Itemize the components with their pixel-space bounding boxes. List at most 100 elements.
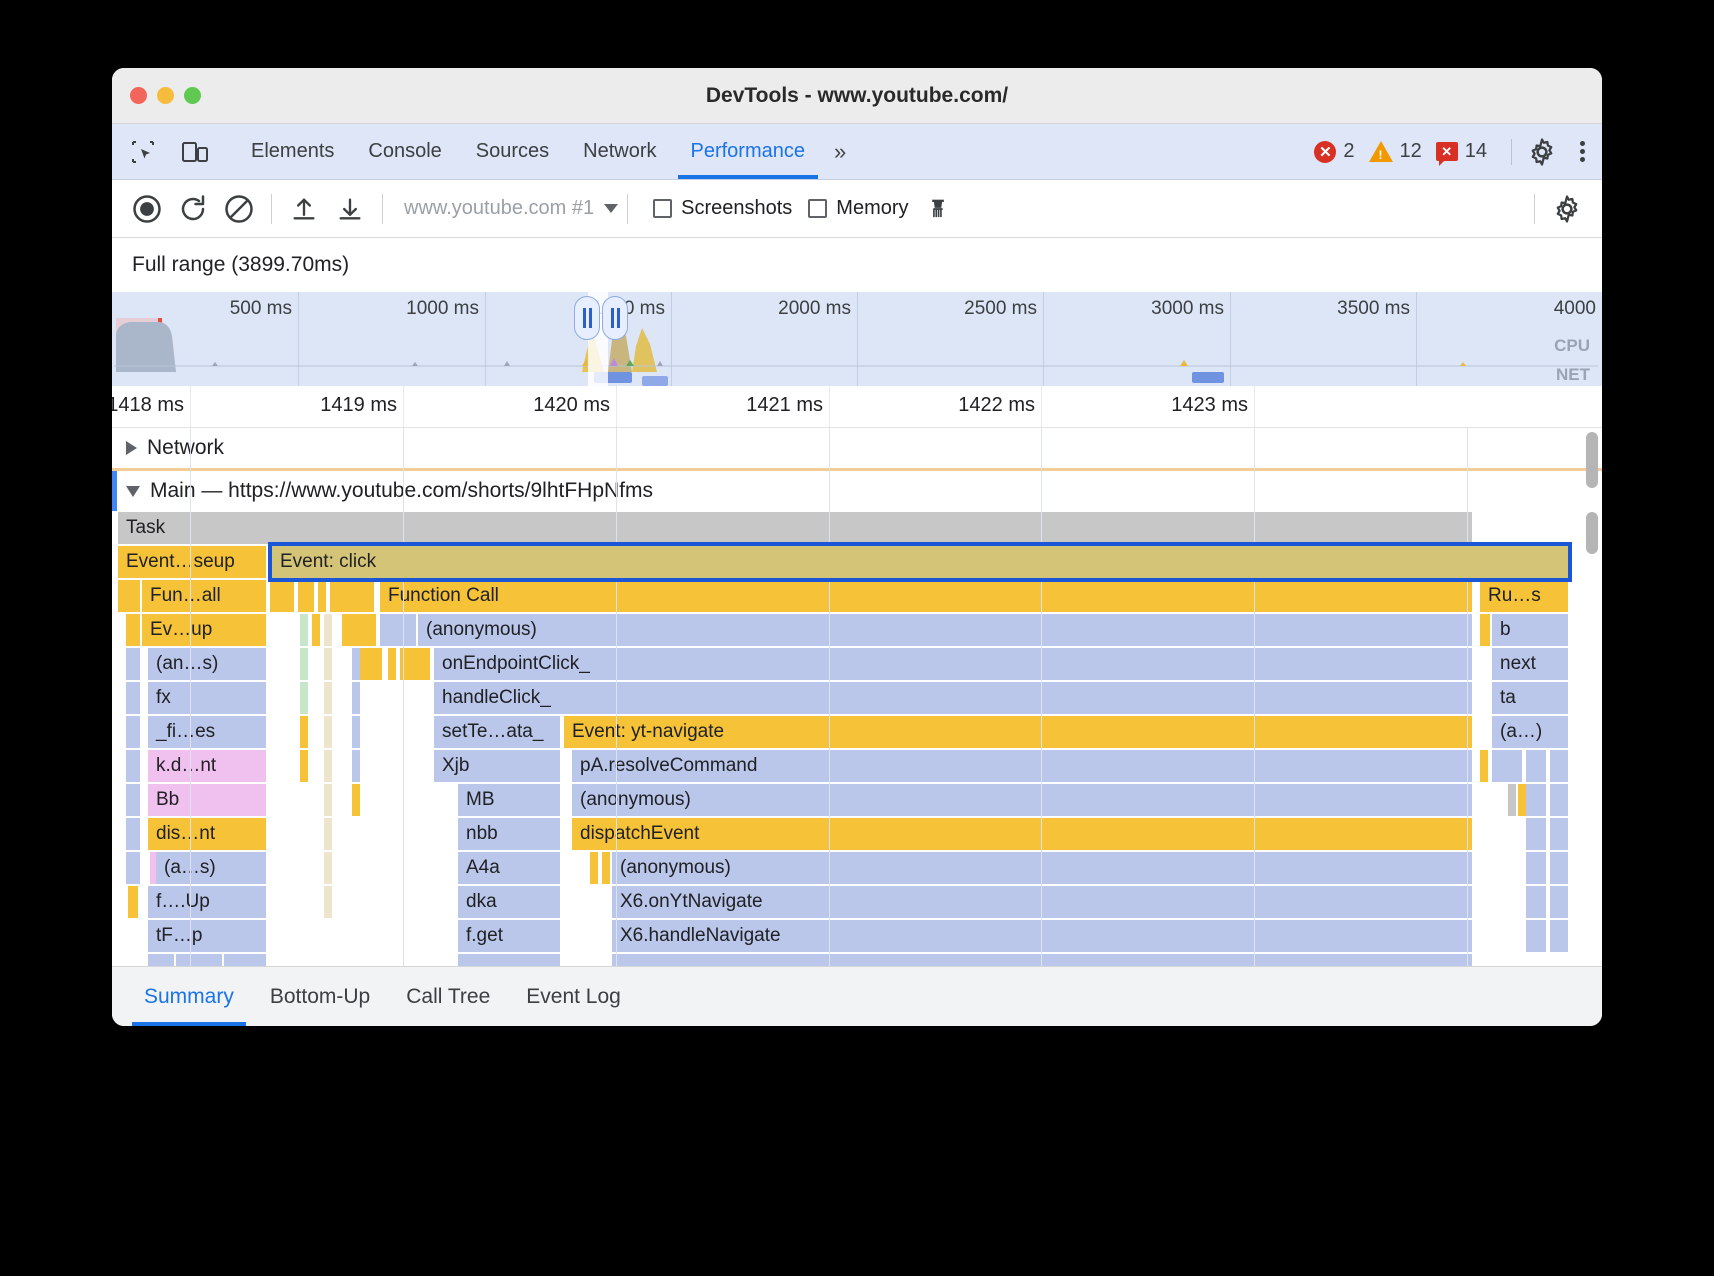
flame-bar-unlabeled[interactable] bbox=[1550, 852, 1568, 884]
flame-bar-unlabeled[interactable] bbox=[126, 682, 140, 714]
flame-bar[interactable]: Event: click bbox=[272, 546, 1568, 578]
flame-bar-unlabeled[interactable] bbox=[126, 614, 140, 646]
flame-chart[interactable]: TaskEvent…seupEvent: clickFun…allFunctio… bbox=[112, 511, 1602, 966]
flame-bar[interactable]: Task bbox=[118, 512, 1472, 544]
flame-bar-unlabeled[interactable] bbox=[352, 716, 360, 748]
tab-summary[interactable]: Summary bbox=[126, 967, 252, 1026]
tab-elements[interactable]: Elements bbox=[234, 124, 351, 179]
reload-and-record-button[interactable] bbox=[170, 186, 216, 232]
flame-bar-unlabeled[interactable] bbox=[1526, 852, 1546, 884]
flame-bar-unlabeled[interactable] bbox=[126, 818, 140, 850]
flame-bar-unlabeled[interactable] bbox=[1526, 920, 1546, 952]
tab-bottom-up[interactable]: Bottom-Up bbox=[252, 967, 388, 1026]
record-button[interactable] bbox=[124, 186, 170, 232]
flame-bar[interactable]: X6.handleNavigate bbox=[612, 920, 1472, 952]
flame-bar-unlabeled[interactable] bbox=[298, 580, 314, 612]
settings-gear-icon[interactable] bbox=[1522, 132, 1562, 172]
flame-bar[interactable]: (anonymous) bbox=[418, 614, 1472, 646]
flame-bar[interactable]: _fi…es bbox=[148, 716, 266, 748]
save-profile-button[interactable] bbox=[327, 186, 373, 232]
flame-bar[interactable]: (anonymous) bbox=[572, 784, 1472, 816]
flame-bar[interactable]: (anonymous) bbox=[612, 852, 1472, 884]
flame-bar-unlabeled[interactable] bbox=[118, 580, 140, 612]
flame-bar-unlabeled[interactable] bbox=[458, 954, 560, 966]
flame-bar-unlabeled[interactable] bbox=[324, 784, 332, 816]
flame-bar[interactable]: f….Up bbox=[148, 886, 266, 918]
collect-garbage-icon[interactable] bbox=[915, 186, 961, 232]
tab-console[interactable]: Console bbox=[351, 124, 458, 179]
load-profile-button[interactable] bbox=[281, 186, 327, 232]
flame-bar-unlabeled[interactable] bbox=[126, 784, 140, 816]
track-main[interactable]: Main — https://www.youtube.com/shorts/9l… bbox=[112, 471, 1602, 511]
flame-bar[interactable]: A4a bbox=[458, 852, 560, 884]
flame-bar-unlabeled[interactable] bbox=[400, 648, 430, 680]
flame-bar[interactable]: X6.onYtNavigate bbox=[612, 886, 1472, 918]
flame-bar[interactable]: (a…) bbox=[1492, 716, 1568, 748]
timeline-overview[interactable]: 500 ms1000 ms1500 ms2000 ms2500 ms3000 m… bbox=[112, 292, 1602, 386]
flame-bar-unlabeled[interactable] bbox=[176, 954, 222, 966]
flame-bar[interactable]: (an…s) bbox=[148, 648, 266, 680]
flame-bar-unlabeled[interactable] bbox=[300, 614, 308, 646]
flame-bar[interactable]: fx bbox=[148, 682, 266, 714]
flame-bar[interactable]: Ev…up bbox=[142, 614, 266, 646]
flame-bar[interactable]: k.d…nt bbox=[148, 750, 266, 782]
flame-bar-unlabeled[interactable] bbox=[324, 818, 332, 850]
flame-bar-unlabeled[interactable] bbox=[590, 852, 598, 884]
flame-bar[interactable]: (a…s) bbox=[156, 852, 266, 884]
flame-bar-unlabeled[interactable] bbox=[342, 614, 376, 646]
main-menu-icon[interactable] bbox=[1562, 132, 1602, 172]
flame-bar-unlabeled[interactable] bbox=[324, 852, 332, 884]
flame-bar-unlabeled[interactable] bbox=[300, 750, 308, 782]
warning-counter[interactable]: ! 12 bbox=[1369, 140, 1422, 163]
flame-bar-unlabeled[interactable] bbox=[324, 682, 332, 714]
flame-bar-unlabeled[interactable] bbox=[352, 784, 360, 816]
flame-bar[interactable]: nbb bbox=[458, 818, 560, 850]
flame-bar-unlabeled[interactable] bbox=[1526, 818, 1546, 850]
flame-bar-unlabeled[interactable] bbox=[324, 886, 332, 918]
tab-event-log[interactable]: Event Log bbox=[508, 967, 639, 1026]
flame-bar[interactable]: Event: yt-navigate bbox=[564, 716, 1472, 748]
flame-bar-unlabeled[interactable] bbox=[128, 886, 138, 918]
flame-bar-unlabeled[interactable] bbox=[352, 750, 360, 782]
flame-bar[interactable]: dis…nt bbox=[148, 818, 266, 850]
selection-right-handle[interactable] bbox=[602, 296, 628, 340]
flame-bar-unlabeled[interactable] bbox=[1526, 784, 1546, 816]
flame-bar-unlabeled[interactable] bbox=[612, 954, 1472, 966]
track-network[interactable]: Network bbox=[112, 428, 1602, 468]
flame-bar-unlabeled[interactable] bbox=[1480, 614, 1490, 646]
memory-checkbox[interactable]: Memory bbox=[808, 197, 908, 220]
flame-bar-unlabeled[interactable] bbox=[1550, 818, 1568, 850]
flame-bar[interactable]: tF…p bbox=[148, 920, 266, 952]
flame-bar-unlabeled[interactable] bbox=[318, 580, 326, 612]
flame-bar[interactable]: Function Call bbox=[380, 580, 1472, 612]
flame-bar-unlabeled[interactable] bbox=[324, 716, 332, 748]
flame-bar[interactable]: Ru…s bbox=[1480, 580, 1568, 612]
flame-bar-unlabeled[interactable] bbox=[270, 580, 294, 612]
flame-bar[interactable]: dka bbox=[458, 886, 560, 918]
flame-bar-unlabeled[interactable] bbox=[352, 648, 360, 680]
tab-network[interactable]: Network bbox=[566, 124, 673, 179]
flame-bar-unlabeled[interactable] bbox=[1550, 750, 1568, 782]
flame-chart-body[interactable]: Network Main — https://www.youtube.com/s… bbox=[112, 428, 1602, 966]
flame-bar[interactable]: handleClick_ bbox=[434, 682, 1472, 714]
more-tabs-icon[interactable]: » bbox=[822, 139, 858, 165]
vertical-scrollbar[interactable] bbox=[1586, 512, 1598, 554]
flame-bar-unlabeled[interactable] bbox=[126, 750, 140, 782]
flame-bar-unlabeled[interactable] bbox=[1492, 750, 1522, 782]
flame-bar-unlabeled[interactable] bbox=[126, 852, 140, 884]
capture-settings-icon[interactable] bbox=[1544, 186, 1590, 232]
flame-bar-unlabeled[interactable] bbox=[1526, 750, 1546, 782]
flame-bar-unlabeled[interactable] bbox=[1550, 886, 1568, 918]
flame-bar[interactable]: dispatchEvent bbox=[572, 818, 1472, 850]
flame-bar-unlabeled[interactable] bbox=[1480, 750, 1488, 782]
flame-bar[interactable]: Fun…all bbox=[142, 580, 266, 612]
timeline-ruler[interactable]: 1418 ms1419 ms1420 ms1421 ms1422 ms1423 … bbox=[112, 386, 1602, 428]
flame-bar[interactable]: next bbox=[1492, 648, 1568, 680]
flame-bar-unlabeled[interactable] bbox=[1508, 784, 1516, 816]
flame-bar[interactable]: Xjb bbox=[434, 750, 560, 782]
error-counter[interactable]: ✕ 2 bbox=[1314, 140, 1354, 163]
flame-bar-unlabeled[interactable] bbox=[330, 580, 374, 612]
flame-bar[interactable]: onEndpointClick_ bbox=[434, 648, 1472, 680]
flame-bar-unlabeled[interactable] bbox=[602, 852, 610, 884]
clear-recording-button[interactable] bbox=[216, 186, 262, 232]
